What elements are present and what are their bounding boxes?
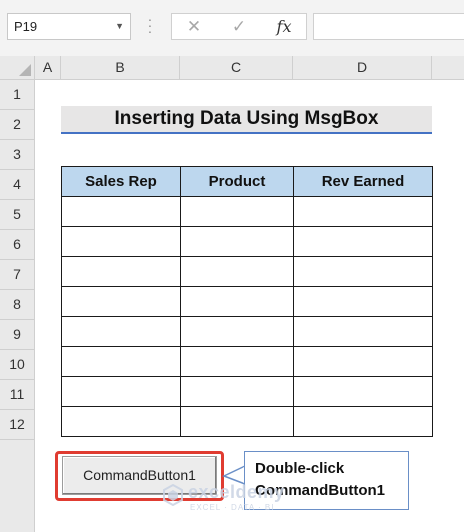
table-cell[interactable] <box>61 286 181 317</box>
table-cell[interactable] <box>180 226 294 257</box>
formula-actions: ✕ ✓ fx <box>171 13 307 40</box>
table-cell[interactable] <box>293 316 433 347</box>
row-header-2[interactable]: 2 <box>0 110 35 140</box>
header-product[interactable]: Product <box>180 166 294 197</box>
table-row <box>61 286 433 317</box>
table-cell[interactable] <box>180 376 294 407</box>
row-header-5[interactable]: 5 <box>0 200 35 230</box>
select-all-corner[interactable] <box>0 56 35 80</box>
table-cell[interactable] <box>293 406 433 437</box>
column-header-d[interactable]: D <box>293 56 432 80</box>
table-cell[interactable] <box>180 406 294 437</box>
instruction-callout: Double-click CommandButton1 <box>244 451 409 510</box>
table-cell[interactable] <box>180 256 294 287</box>
cancel-icon[interactable]: ✕ <box>174 14 214 39</box>
table-cell[interactable] <box>293 256 433 287</box>
row-header-1[interactable]: 1 <box>0 80 35 110</box>
name-box-value: P19 <box>14 19 38 34</box>
formula-bar: P19 ▼ · · · ✕ ✓ fx <box>0 0 464 56</box>
table-cell[interactable] <box>180 346 294 377</box>
table-row <box>61 376 433 407</box>
table-cell[interactable] <box>293 376 433 407</box>
formula-input[interactable] <box>313 13 464 40</box>
row-header-7[interactable]: 7 <box>0 260 35 290</box>
table-row <box>61 196 433 227</box>
row-header-13[interactable] <box>0 440 35 532</box>
table-cell[interactable] <box>61 316 181 347</box>
header-rev-earned[interactable]: Rev Earned <box>293 166 433 197</box>
row-header-9[interactable]: 9 <box>0 320 35 350</box>
table-row <box>61 316 433 347</box>
table-row <box>61 346 433 377</box>
column-header-b[interactable]: B <box>61 56 180 80</box>
table-cell[interactable] <box>61 346 181 377</box>
table-cell[interactable] <box>180 196 294 227</box>
chevron-down-icon[interactable]: ▼ <box>115 14 124 39</box>
column-header-c[interactable]: C <box>180 56 293 80</box>
row-header-6[interactable]: 6 <box>0 230 35 260</box>
row-header-8[interactable]: 8 <box>0 290 35 320</box>
callout-line-2: CommandButton1 <box>255 482 385 499</box>
check-icon[interactable]: ✓ <box>219 14 259 39</box>
table-row <box>61 226 433 257</box>
insert-function-icon[interactable]: fx <box>264 14 304 39</box>
table-cell[interactable] <box>61 376 181 407</box>
row-header-10[interactable]: 10 <box>0 350 35 380</box>
header-sales-rep[interactable]: Sales Rep <box>61 166 181 197</box>
row-header-3[interactable]: 3 <box>0 140 35 170</box>
drag-handle-icon[interactable]: · · · <box>147 12 153 38</box>
callout-line-1: Double-click <box>255 460 345 477</box>
table-row <box>61 406 433 437</box>
row-header-12[interactable]: 12 <box>0 410 35 440</box>
row-header-4[interactable]: 4 <box>0 170 35 200</box>
row-header-11[interactable]: 11 <box>0 380 35 410</box>
data-table: Sales Rep Product Rev Earned <box>61 166 433 437</box>
table-cell[interactable] <box>293 346 433 377</box>
name-box[interactable]: P19 ▼ <box>7 13 131 40</box>
table-cell[interactable] <box>61 226 181 257</box>
table-cell[interactable] <box>293 196 433 227</box>
table-cell[interactable] <box>293 286 433 317</box>
column-header-a[interactable]: A <box>35 56 61 80</box>
column-header-e[interactable] <box>432 56 464 80</box>
table-header-row: Sales Rep Product Rev Earned <box>61 166 433 197</box>
table-cell[interactable] <box>293 226 433 257</box>
sheet-title[interactable]: Inserting Data Using MsgBox <box>61 106 432 134</box>
table-cell[interactable] <box>61 196 181 227</box>
command-button[interactable]: CommandButton1 <box>62 456 217 495</box>
table-cell[interactable] <box>61 406 181 437</box>
table-row <box>61 256 433 287</box>
table-cell[interactable] <box>180 286 294 317</box>
table-cell[interactable] <box>61 256 181 287</box>
table-cell[interactable] <box>180 316 294 347</box>
